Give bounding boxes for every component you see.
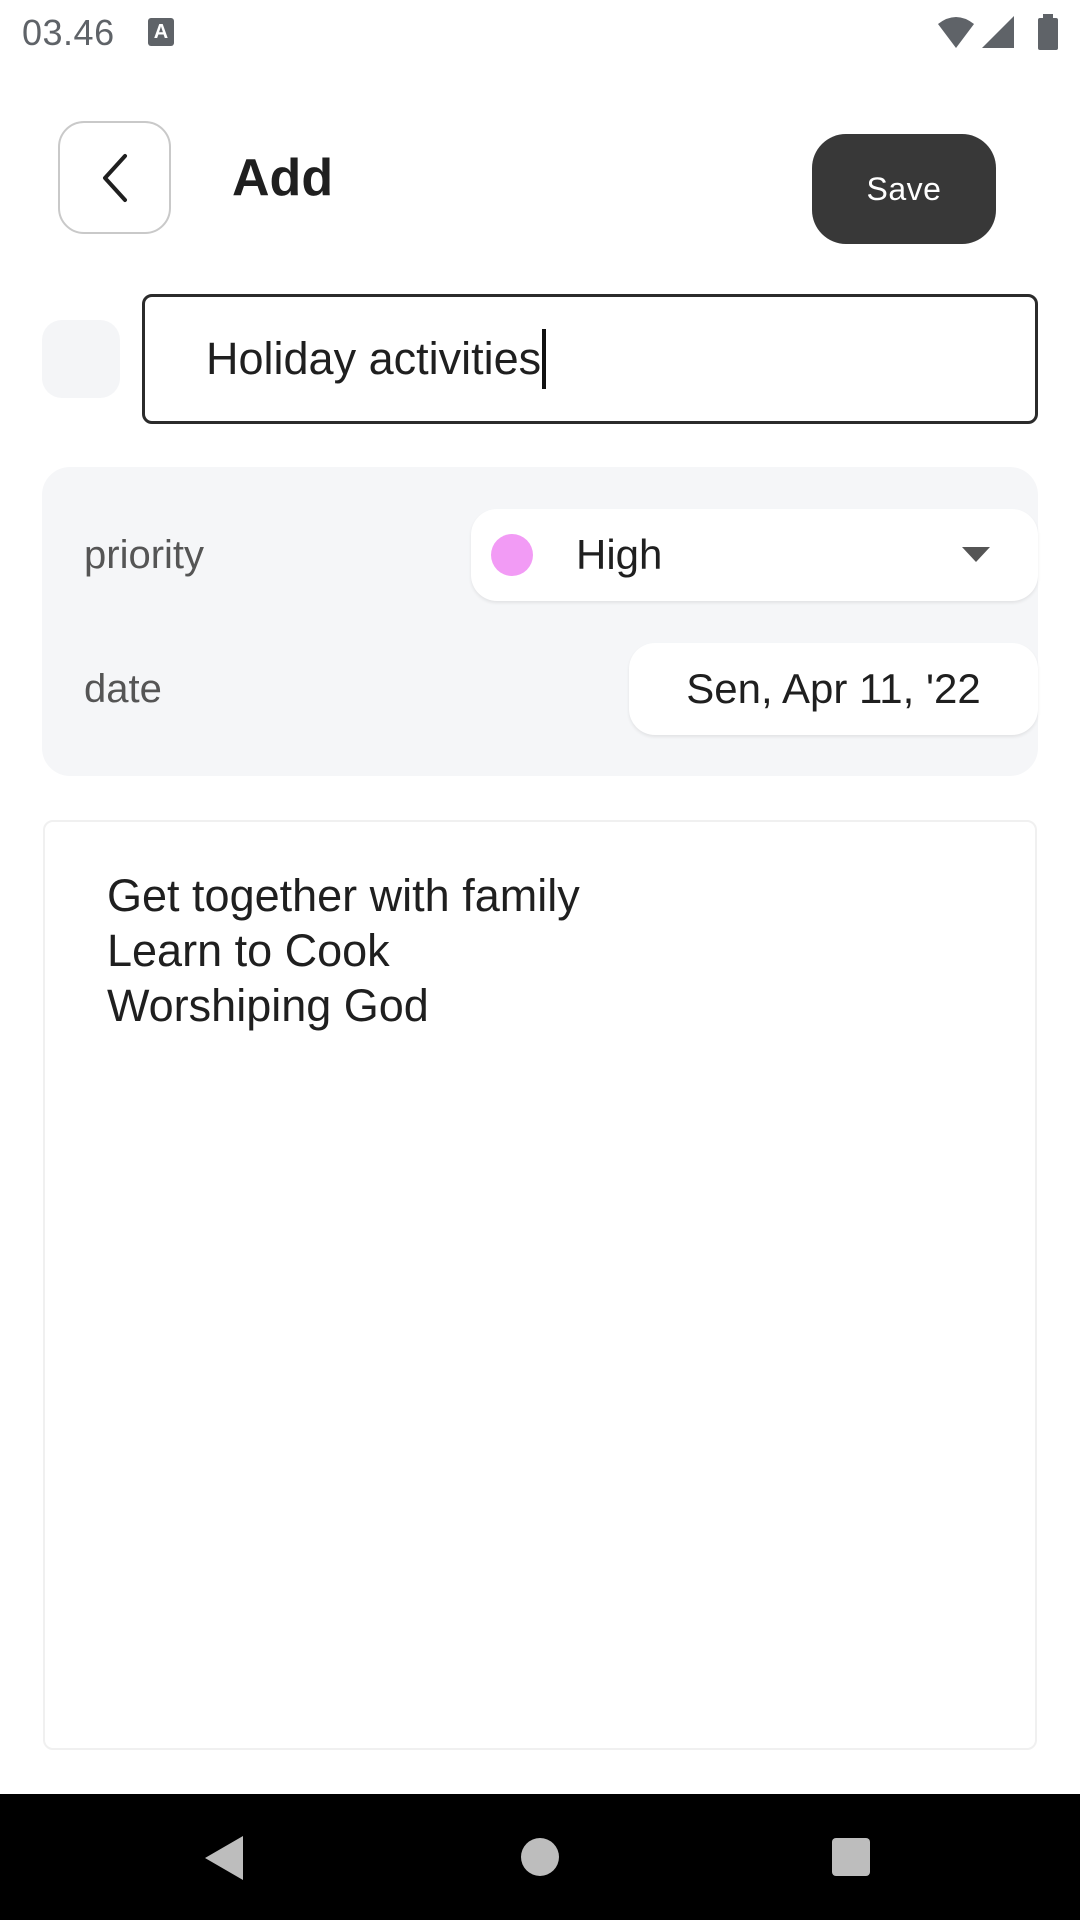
priority-label: priority [84, 533, 205, 577]
notes-line: Worshiping God [107, 980, 429, 1031]
signal-icon [982, 16, 1014, 48]
priority-value: High [576, 531, 663, 578]
add-task-screen: 03.46 A Add Save Holiday activities prio… [0, 0, 1080, 1920]
task-settings-card: priority High date Sen, Apr 11, '22 [42, 467, 1038, 776]
save-button[interactable]: Save [812, 134, 996, 244]
nav-home-icon[interactable] [521, 1838, 559, 1876]
priority-dropdown[interactable]: High [471, 509, 1038, 601]
date-picker-button[interactable]: Sen, Apr 11, '22 [629, 643, 1038, 735]
task-title-value: Holiday activities [206, 333, 542, 384]
status-bar: 03.46 A [0, 0, 1080, 64]
page-title: Add [232, 149, 334, 207]
nav-recents-icon[interactable] [832, 1838, 870, 1876]
keyboard-a-icon: A [148, 18, 174, 46]
date-label: date [84, 667, 162, 711]
priority-color-dot [491, 534, 533, 576]
wifi-icon [938, 17, 974, 48]
nav-back-icon[interactable] [205, 1836, 243, 1880]
system-nav-bar [0, 1794, 1080, 1920]
notes-textarea[interactable]: Get together with family Learn to Cook W… [43, 820, 1037, 1750]
battery-icon [1038, 14, 1058, 50]
back-button[interactable] [58, 121, 171, 234]
text-caret [542, 329, 547, 389]
notes-line: Learn to Cook [107, 925, 390, 976]
chevron-left-icon [102, 153, 127, 202]
status-time: 03.46 [22, 12, 115, 53]
task-icon-placeholder[interactable] [42, 320, 120, 398]
task-title-input[interactable]: Holiday activities [142, 294, 1038, 424]
dropdown-arrow-icon [962, 547, 990, 562]
notes-line: Get together with family [107, 870, 580, 921]
